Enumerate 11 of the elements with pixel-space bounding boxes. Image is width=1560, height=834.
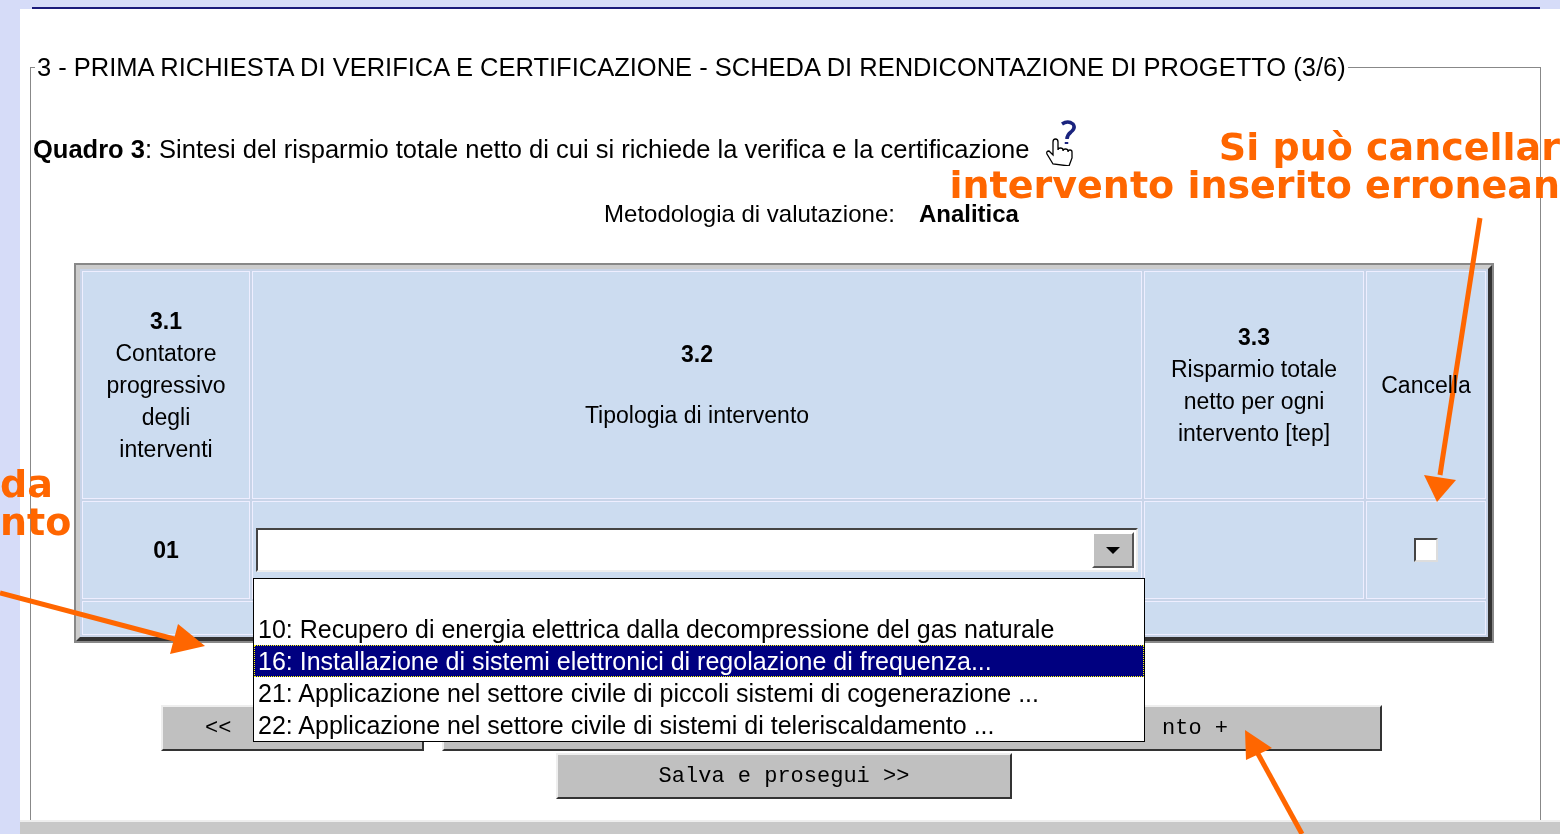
methodology-label: Metodologia di valutazione: xyxy=(604,200,895,227)
column-header: 3.3 Risparmio totale netto per ogni intervento [tep] xyxy=(1144,271,1364,499)
section-title: 3 - PRIMA RICHIESTA DI VERIFICA E CERTIFICAZIONE - SCHEDA DI RENDICONTAZIONE DI PROGETTO (3/6) xyxy=(36,53,1347,82)
annotation-text: nto xyxy=(0,503,72,541)
quadro-description: Quadro 3: Sintesi del risparmio totale netto di cui si richiede la verifica e la certificazione xyxy=(33,134,1030,164)
annotation-text: Si può cancellar xyxy=(1218,128,1560,166)
annotation-text: da xyxy=(0,465,53,503)
column-header: 3.2 Tipologia di intervento xyxy=(252,271,1142,499)
methodology-value: Analitica xyxy=(918,200,1019,227)
column-header: 3.1 Contatore progressivo degli interventi xyxy=(82,271,250,499)
counter-cell: 01 xyxy=(82,501,250,599)
